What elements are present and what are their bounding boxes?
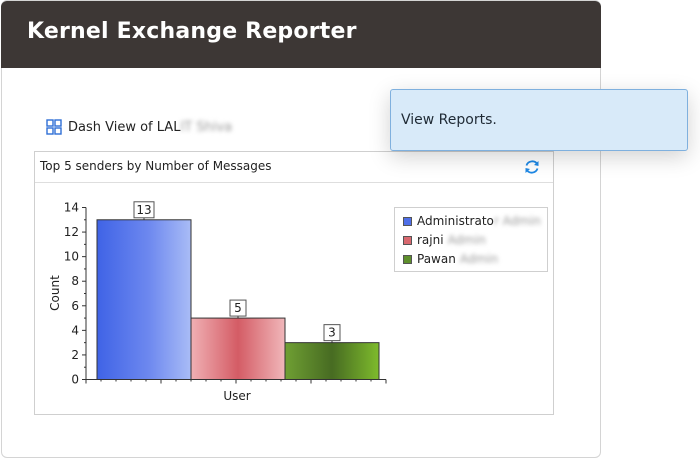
y-tick-label: 12 [64,225,79,239]
data-label: 3 [328,326,336,340]
bar [190,317,286,381]
bar [284,342,380,380]
bar [96,219,192,380]
legend-swatch [403,216,412,226]
bar-chart: 0 2 4 6 8 10 12 14 13 5 3 Count User [48,201,387,403]
legend-label-redacted: Admin [459,252,499,266]
legend-label-redacted: r Admin [493,214,541,228]
y-tick-label: 2 [71,348,79,362]
legend-item: rajni Admin [403,233,486,247]
y-tick-label: 8 [71,274,79,288]
legend-swatch [403,254,412,264]
x-axis-title: User [223,389,250,403]
y-axis-title: Count [48,275,62,311]
legend-swatch [403,235,412,245]
legend-label: Pawan [417,252,456,266]
y-tick-label: 10 [64,250,79,264]
legend-item: Pawan Admin [403,252,498,266]
data-label: 5 [234,301,242,315]
tooltip-text: View Reports. [401,112,497,128]
y-tick-label: 14 [64,201,79,215]
legend-label-redacted: Admin [447,233,486,247]
y-tick-label: 6 [71,299,79,313]
legend-label: rajni [417,233,444,247]
data-label: 13 [136,203,151,217]
y-tick-label: 0 [71,373,79,387]
legend-item: Administrato r Admin [403,214,541,228]
legend-label: Administrato [417,214,494,228]
view-reports-tooltip: View Reports. [390,89,688,151]
chart-legend: Administrato r Admin rajni Admin Pawan A… [394,207,548,272]
y-tick-label: 4 [71,323,79,337]
